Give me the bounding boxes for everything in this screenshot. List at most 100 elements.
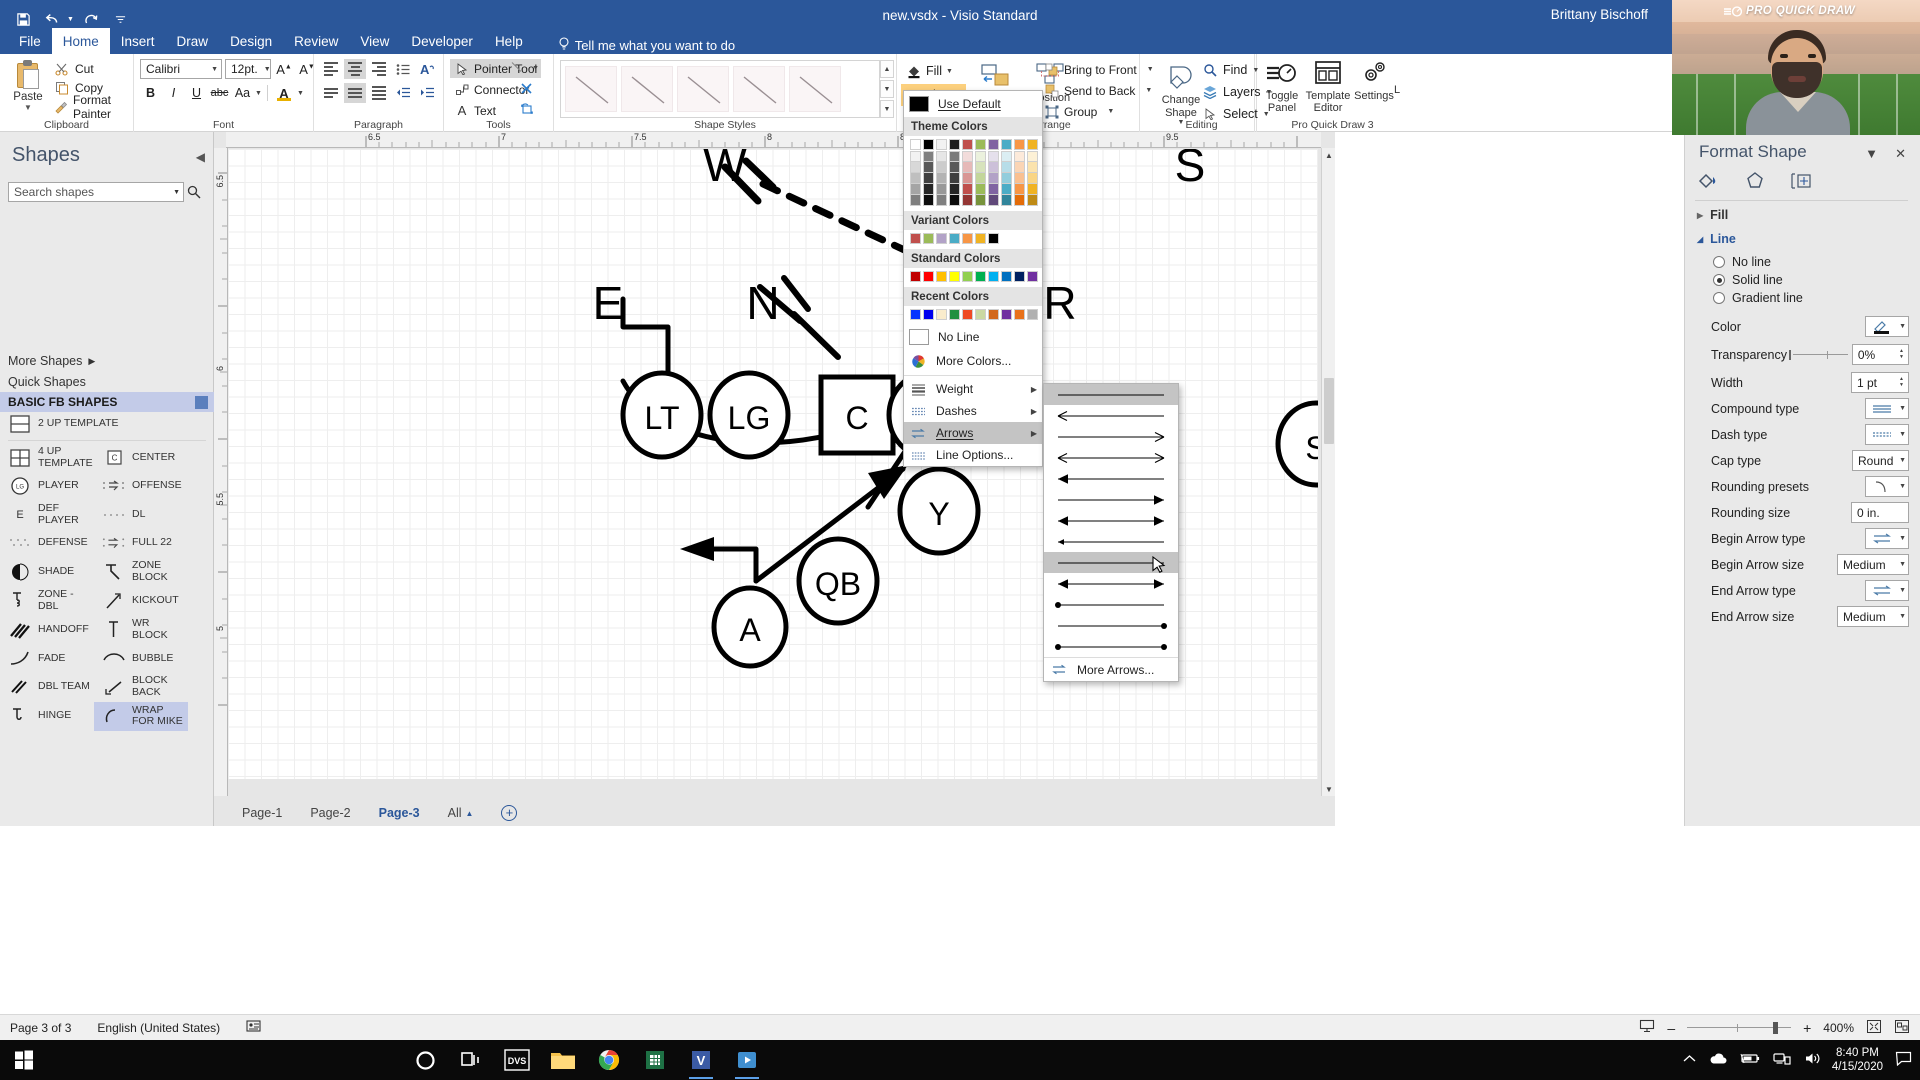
network-icon[interactable] [1773, 1052, 1791, 1068]
font-color-button[interactable]: A [273, 83, 295, 103]
increase-indent-button[interactable] [416, 83, 438, 103]
stencil-item-2-up-template[interactable]: 2 UP TEMPLATE [0, 410, 190, 438]
align-top-button[interactable] [320, 83, 342, 103]
file-explorer-icon[interactable] [543, 1040, 583, 1080]
visio-icon[interactable]: V [681, 1040, 721, 1080]
panel-options-icon[interactable]: ▼ [1865, 146, 1878, 161]
dash-type-picker[interactable]: ▼ [1865, 424, 1909, 445]
shape-styles-gallery[interactable] [560, 60, 880, 118]
theme-shade-swatch[interactable] [1027, 195, 1038, 206]
more-colors-item[interactable]: More Colors... [904, 349, 1042, 373]
task-view-icon[interactable] [451, 1040, 491, 1080]
arrow-option-dot-both[interactable] [1044, 636, 1178, 657]
stencil-item-kickout[interactable]: KICKOUT [94, 586, 188, 615]
tab-draw[interactable]: Draw [166, 28, 220, 54]
theme-shade-swatch[interactable] [1014, 162, 1025, 173]
line-dropdown-menu[interactable]: Use Default Theme Colors Variant Colors … [903, 90, 1043, 467]
stencil-item-wrap-for-mike[interactable]: WRAP FOR MIKE [94, 701, 188, 731]
variant-color-swatch[interactable] [910, 233, 921, 244]
variant-color-swatch[interactable] [988, 233, 999, 244]
pin-icon[interactable] [195, 395, 208, 409]
transparency-slider[interactable] [1787, 349, 1848, 361]
chevron-down-icon[interactable]: ▼ [1107, 108, 1114, 115]
theme-color-swatch[interactable] [1014, 139, 1025, 150]
zoom-level-label[interactable]: 400% [1823, 1021, 1854, 1035]
stencil-item-4-up-template[interactable]: 4 UP TEMPLATE [0, 443, 94, 472]
shape-style-swatch[interactable] [733, 66, 785, 112]
theme-shade-swatch[interactable] [988, 184, 999, 195]
default-color-swatch[interactable] [909, 96, 929, 112]
dashes-item[interactable]: Dashes ▶ [904, 400, 1042, 422]
stencil-item-dl[interactable]: DL [94, 500, 188, 529]
zoom-slider[interactable] [1687, 1021, 1792, 1035]
vertical-ruler[interactable]: 6.5 6 5.5 5 [214, 148, 228, 796]
stencil-item-handoff[interactable]: HANDOFF [0, 615, 94, 644]
standard-color-swatch[interactable] [988, 271, 999, 282]
shape-style-swatch[interactable] [621, 66, 673, 112]
spinner[interactable]: ▲ ▼ [1899, 377, 1906, 388]
vertical-scroll-thumb[interactable] [1324, 378, 1334, 444]
quick-shapes-item[interactable]: Quick Shapes [8, 375, 86, 389]
page-tab-page-2[interactable]: Page-2 [296, 800, 364, 826]
theme-color-swatch[interactable] [923, 139, 934, 150]
theme-shade-swatch[interactable] [1001, 173, 1012, 184]
horizontal-ruler[interactable]: 6.5 7 7.5 8 8.5 9 9.5 [226, 132, 1321, 148]
theme-shade-swatch[interactable] [910, 195, 921, 206]
recent-color-swatch[interactable] [1001, 309, 1012, 320]
theme-shade-swatch[interactable] [1027, 151, 1038, 162]
cap-type-dropdown[interactable]: Round ▼ [1852, 450, 1909, 471]
find-button[interactable]: Find ▼ [1202, 60, 1259, 80]
standard-color-swatch[interactable] [1014, 271, 1025, 282]
recent-color-swatch[interactable] [975, 309, 986, 320]
send-to-back-button[interactable]: Send to Back ▼ [1044, 81, 1152, 100]
accessibility-icon[interactable] [246, 1019, 261, 1036]
theme-shade-swatch[interactable] [988, 173, 999, 184]
standard-color-swatch[interactable] [1001, 271, 1012, 282]
shape-style-swatch[interactable] [565, 66, 617, 112]
theme-shade-swatch[interactable] [923, 162, 934, 173]
standard-color-swatch[interactable] [936, 271, 947, 282]
rounding-presets-picker[interactable]: ▼ [1865, 476, 1909, 497]
stencil-header-basic-fb-shapes[interactable]: BASIC FB SHAPES [0, 392, 214, 412]
bullets-button[interactable] [392, 59, 414, 79]
weight-item[interactable]: Weight ▶ [904, 378, 1042, 400]
chevron-down-icon[interactable]: ▼ [1896, 587, 1906, 594]
section-fill[interactable]: ▶ Fill [1697, 208, 1728, 222]
stencil-item-dbl-team[interactable]: DBL TEAM [0, 672, 94, 701]
search-shapes-input[interactable]: Search shapes ▼ [8, 182, 184, 202]
cut-button[interactable]: Cut [54, 59, 133, 78]
zoom-out-button[interactable]: – [1667, 1020, 1675, 1036]
fill-button[interactable]: Fill ▼ [901, 60, 958, 82]
align-left-button[interactable] [320, 59, 342, 79]
width-input[interactable]: 1 pt ▲ ▼ [1851, 372, 1909, 393]
stencil-item-def-player[interactable]: E DEF PLAYER [0, 500, 94, 529]
close-icon[interactable]: ✕ [1895, 146, 1906, 162]
recent-color-swatch[interactable] [910, 309, 921, 320]
font-name-combo[interactable]: Calibri ▼ [140, 59, 222, 79]
arrow-option-dot-begin[interactable] [1044, 594, 1178, 615]
theme-shade-swatch[interactable] [962, 173, 973, 184]
stencil-item-bubble[interactable]: BUBBLE [94, 644, 188, 672]
recent-color-swatch[interactable] [1014, 309, 1025, 320]
align-center-button[interactable] [344, 59, 366, 79]
theme-shade-swatch[interactable] [962, 184, 973, 195]
font-size-combo[interactable]: 12pt. ▼ [225, 59, 271, 79]
toggle-panel-button[interactable]: Toggle Panel [1259, 60, 1305, 115]
tab-help[interactable]: Help [484, 28, 534, 54]
variant-color-swatch[interactable] [936, 233, 947, 244]
italic-button[interactable]: I [163, 83, 184, 103]
theme-shade-swatch[interactable] [936, 173, 947, 184]
pointer-group-icon[interactable] [520, 102, 535, 116]
template-editor-button[interactable]: Template Editor [1305, 60, 1351, 115]
theme-color-swatch[interactable] [975, 139, 986, 150]
theme-shade-swatch[interactable] [975, 184, 986, 195]
chevron-down-icon[interactable]: ▼ [946, 68, 953, 75]
fit-window-icon[interactable] [1894, 1019, 1910, 1037]
theme-shade-swatch[interactable] [1001, 151, 1012, 162]
fit-page-icon[interactable] [1866, 1019, 1882, 1037]
chevron-down-icon[interactable]: ▼ [24, 104, 32, 112]
collapse-panel-icon[interactable]: ◀ [196, 150, 205, 164]
scroll-down-icon[interactable]: ▼ [1322, 782, 1336, 796]
tab-developer[interactable]: Developer [400, 28, 484, 54]
theme-shade-swatch[interactable] [962, 151, 973, 162]
